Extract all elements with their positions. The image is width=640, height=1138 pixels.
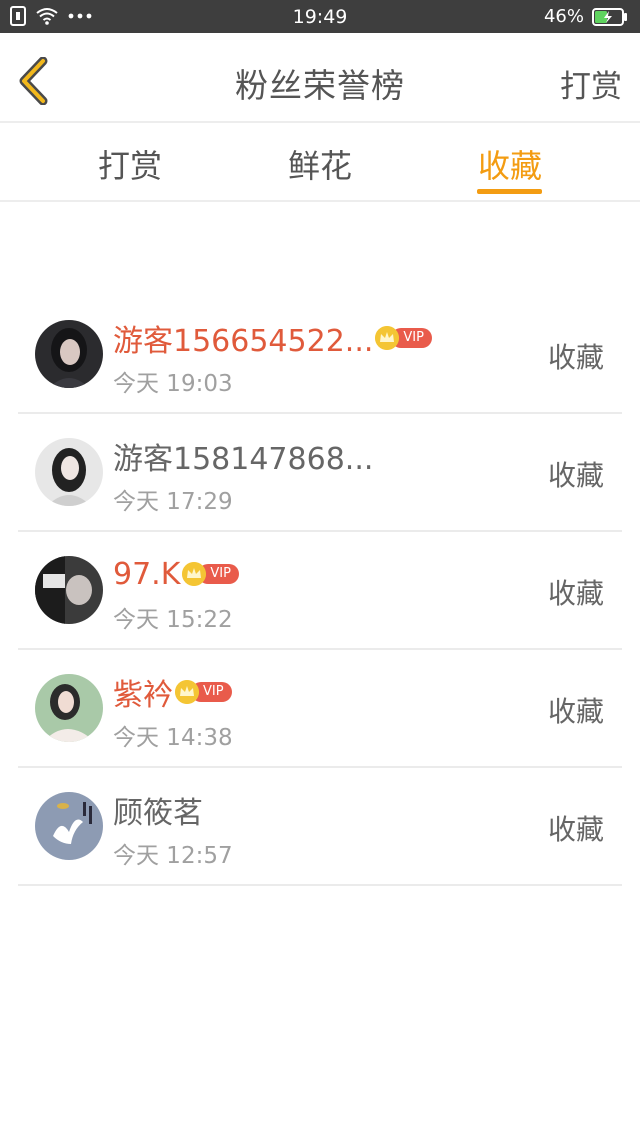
list-item[interactable]: 97.K VIP 今天 15:22 收藏 xyxy=(18,532,622,650)
list-item[interactable]: 顾筱茗 今天 12:57 收藏 xyxy=(18,768,622,886)
vip-badge: VIP xyxy=(375,326,432,350)
action-label: 收藏 xyxy=(547,695,604,728)
user-name: 97.K xyxy=(113,556,181,592)
timestamp: 今天 17:29 xyxy=(113,489,233,515)
tab-bar: 打赏 鲜花 收藏 xyxy=(0,123,640,202)
list-item[interactable]: 紫衿 VIP 今天 14:38 收藏 xyxy=(18,650,622,768)
tab-favorites[interactable]: 收藏 xyxy=(450,141,570,187)
name-line: 97.K VIP xyxy=(113,554,239,594)
tab-reward[interactable]: 打赏 xyxy=(70,141,190,187)
status-bar: 19:49 46% xyxy=(0,0,640,33)
battery-charging-icon xyxy=(592,7,627,26)
list-item[interactable]: 游客156654522... VIP 今天 19:03 收藏 xyxy=(18,296,622,414)
user-name: 紫衿 xyxy=(113,678,173,713)
action-label: 收藏 xyxy=(547,459,604,492)
timestamp: 今天 15:22 xyxy=(113,607,233,633)
vip-badge: VIP xyxy=(182,562,239,586)
name-line: 游客156654522... VIP xyxy=(113,318,432,359)
header-bar: 粉丝荣誉榜 打赏 xyxy=(0,33,640,123)
action-label: 收藏 xyxy=(547,813,604,846)
active-tab-indicator xyxy=(477,189,542,194)
timestamp: 今天 14:38 xyxy=(113,725,233,751)
timestamp: 今天 12:57 xyxy=(113,843,233,869)
user-name: 顾筱茗 xyxy=(113,796,203,831)
battery-percent: 46% xyxy=(543,6,584,27)
name-line: 顾筱茗 xyxy=(113,790,203,831)
avatar[interactable] xyxy=(35,556,103,624)
avatar[interactable] xyxy=(35,438,103,506)
tab-flowers[interactable]: 鲜花 xyxy=(260,141,380,187)
name-line: 紫衿 VIP xyxy=(113,672,232,713)
avatar[interactable] xyxy=(35,674,103,742)
list-item[interactable]: 游客158147868... 今天 17:29 收藏 xyxy=(18,414,622,532)
name-line: 游客158147868... xyxy=(113,436,374,477)
status-right: 46% xyxy=(544,6,628,27)
user-name: 游客158147868... xyxy=(113,442,374,477)
action-label: 收藏 xyxy=(547,577,604,610)
avatar[interactable] xyxy=(35,792,103,860)
action-label: 收藏 xyxy=(547,341,604,374)
user-name: 游客156654522... xyxy=(113,324,374,359)
page-title: 粉丝荣誉榜 xyxy=(235,66,405,105)
avatar[interactable] xyxy=(35,320,103,388)
timestamp: 今天 19:03 xyxy=(113,371,233,397)
vip-badge: VIP xyxy=(175,680,232,704)
crown-icon xyxy=(175,680,199,704)
reward-button[interactable]: 打赏 xyxy=(560,61,622,106)
fan-list: 游客156654522... VIP 今天 19:03 收藏 游客1581478… xyxy=(18,296,622,886)
